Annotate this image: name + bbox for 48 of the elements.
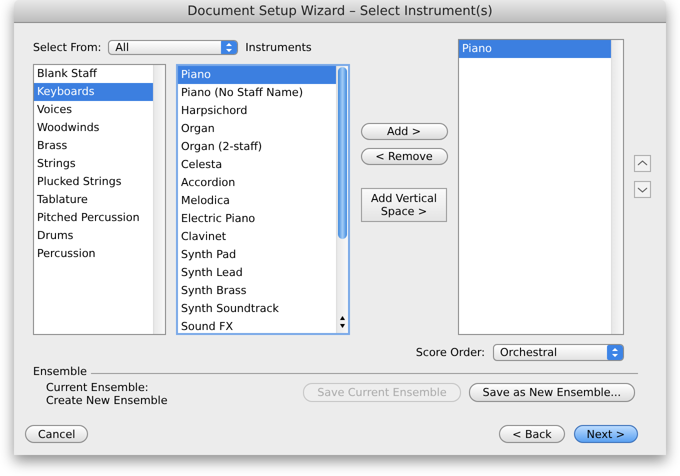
- category-item[interactable]: Woodwinds: [34, 119, 153, 137]
- category-item[interactable]: Keyboards: [34, 83, 153, 101]
- add-button[interactable]: Add >: [360, 123, 448, 140]
- ensemble-heading: Ensemble: [33, 365, 87, 378]
- category-item[interactable]: Voices: [34, 101, 153, 119]
- category-item[interactable]: Pitched Percussion: [34, 209, 153, 227]
- instrument-item[interactable]: Clavinet: [178, 228, 336, 246]
- select-from-dropdown[interactable]: All: [108, 40, 238, 55]
- instrument-item[interactable]: Organ (2-staff): [178, 138, 336, 156]
- instrument-item[interactable]: Synth Soundtrack: [178, 300, 336, 318]
- category-item[interactable]: Strings: [34, 155, 153, 173]
- category-item[interactable]: Blank Staff: [34, 65, 153, 83]
- select-from-label: Select From:: [33, 41, 102, 54]
- cancel-button[interactable]: Cancel: [25, 425, 88, 443]
- instrument-item[interactable]: Celesta: [178, 156, 336, 174]
- current-ensemble-value: Create New Ensemble: [46, 394, 168, 407]
- category-item[interactable]: Tablature: [34, 191, 153, 209]
- score-order-label: Score Order:: [416, 346, 485, 359]
- instrument-item[interactable]: Organ: [178, 120, 336, 138]
- instrument-item[interactable]: Synth Lead: [178, 264, 336, 282]
- instruments-label: Instruments: [245, 41, 312, 54]
- move-up-button[interactable]: [634, 155, 651, 172]
- selected-instrument-item[interactable]: Piano: [459, 40, 611, 58]
- nav-button[interactable]: Next >: [574, 425, 638, 443]
- category-item[interactable]: Percussion: [34, 245, 153, 263]
- category-item[interactable]: Drums: [34, 227, 153, 245]
- instrument-item[interactable]: Electric Piano: [178, 210, 336, 228]
- category-item[interactable]: Brass: [34, 137, 153, 155]
- window-title: Document Setup Wizard – Select Instrument(s): [187, 4, 493, 18]
- current-ensemble-label: Current Ensemble:: [46, 381, 150, 394]
- move-down-button[interactable]: [634, 181, 651, 198]
- remove-button[interactable]: < Remove: [360, 148, 448, 165]
- instrument-item[interactable]: Melodica: [178, 192, 336, 210]
- instrument-item[interactable]: Piano: [178, 66, 336, 84]
- stepper-icon: [221, 41, 238, 54]
- instrument-item[interactable]: Harpsichord: [178, 102, 336, 120]
- instrument-item[interactable]: Accordion: [178, 174, 336, 192]
- instrument-item[interactable]: Synth Brass: [178, 282, 336, 300]
- score-order-dropdown[interactable]: Orchestral: [493, 344, 624, 361]
- nav-button[interactable]: < Back: [499, 425, 565, 443]
- ensemble-button[interactable]: Save as New Ensemble...: [468, 383, 635, 402]
- instrument-item[interactable]: Sound FX: [178, 318, 336, 333]
- instrument-item[interactable]: Synth Pad: [178, 246, 336, 264]
- add-vertical-space-button[interactable]: Add Vertical Space >: [361, 188, 447, 222]
- scroll-thumb[interactable]: [338, 67, 347, 239]
- instrument-item[interactable]: Piano (No Staff Name): [178, 84, 336, 102]
- category-item[interactable]: Plucked Strings: [34, 173, 153, 191]
- stepper-icon: [607, 345, 623, 360]
